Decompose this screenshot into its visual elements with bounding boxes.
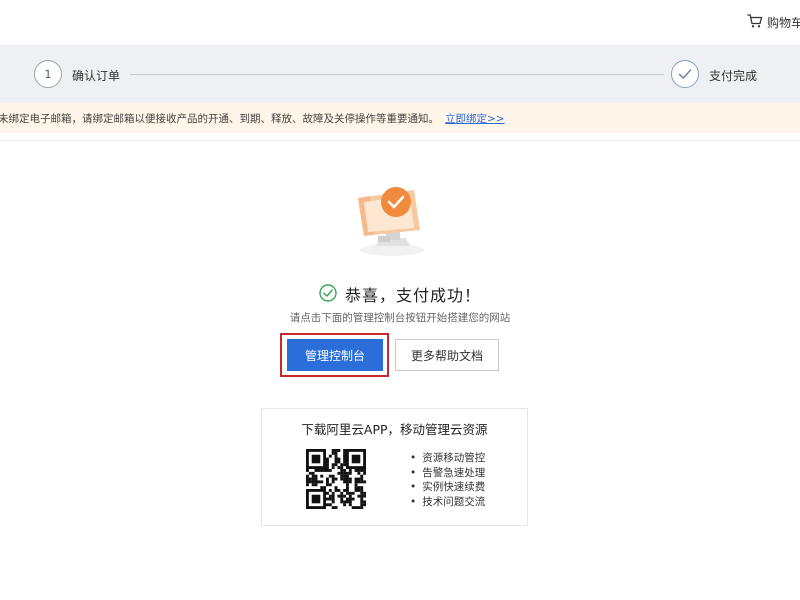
divider [0, 140, 800, 141]
checkmark-icon [678, 69, 692, 79]
notice-text: 未绑定电子邮箱，请绑定邮箱以便接收产品的开通、到期、释放、故障及关停操作等重要通… [0, 112, 439, 125]
app-download-card: 下载阿里云APP，移动管理云资源 资源移动管控 告警急速处理 实例快速续费 技术… [261, 408, 528, 526]
step-connector [130, 74, 664, 75]
help-docs-button[interactable]: 更多帮助文档 [395, 339, 499, 371]
progress-steps: 1 确认订单 支付完成 [0, 45, 800, 103]
app-feature-item: 资源移动管控 [410, 451, 485, 466]
bind-now-link[interactable]: 立即绑定>> [445, 111, 505, 126]
step-2-label: 支付完成 [709, 69, 758, 83]
step-2-circle [671, 60, 699, 88]
step-1-label: 确认订单 [72, 69, 121, 83]
email-binding-notice: 未绑定电子邮箱，请绑定邮箱以便接收产品的开通、到期、释放、故障及关停操作等重要通… [0, 103, 800, 133]
cart-icon [747, 13, 763, 32]
app-promo-title: 下载阿里云APP，移动管理云资源 [301, 422, 488, 437]
app-feature-item: 告警急速处理 [410, 466, 485, 481]
qr-code-icon [306, 449, 367, 510]
success-check-icon [319, 283, 337, 305]
step-1-circle: 1 [34, 60, 62, 88]
success-subtitle: 请点击下面的管理控制台按钮开始搭建您的网站 [289, 312, 511, 324]
cart-label: 购物车 [767, 15, 800, 30]
console-button[interactable]: 管理控制台 [287, 339, 383, 371]
app-feature-item: 实例快速续费 [410, 480, 485, 495]
payment-success-illustration-icon [350, 180, 430, 260]
app-feature-list: 资源移动管控 告警急速处理 实例快速续费 技术问题交流 [410, 451, 485, 509]
success-title: 恭喜，支付成功！ [344, 286, 481, 305]
success-message: 恭喜，支付成功！ [0, 282, 800, 306]
top-bar: 购物车 [0, 0, 800, 45]
app-feature-item: 技术问题交流 [410, 495, 485, 510]
cart-link[interactable]: 购物车 [747, 12, 800, 32]
